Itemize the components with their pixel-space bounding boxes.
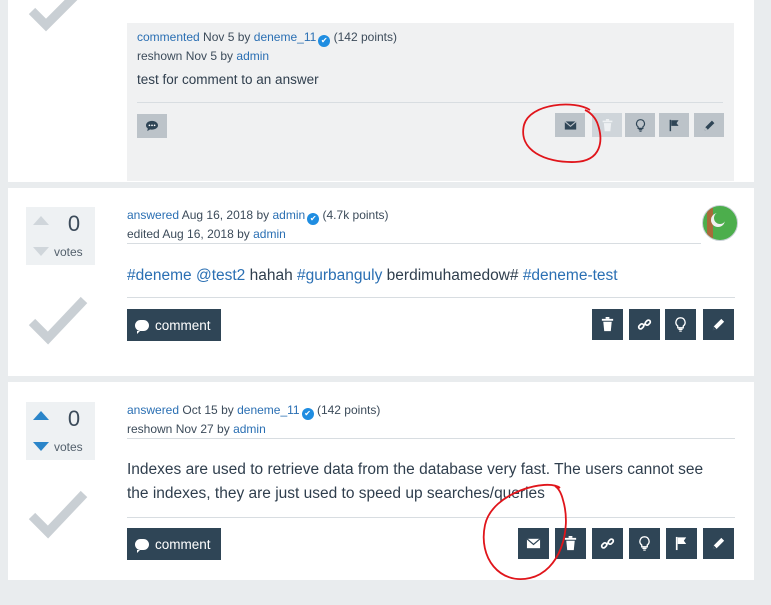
answer-user-link[interactable]: admin	[272, 208, 305, 222]
hashtag-link[interactable]: #deneme	[127, 267, 192, 284]
answer-meta: answered Oct 15 by deneme_11 ✔ (142 point…	[127, 403, 381, 436]
edit-button[interactable]	[703, 528, 734, 559]
edit-comment-button[interactable]	[694, 113, 724, 137]
pencil-icon	[712, 537, 725, 550]
votes-label: votes	[54, 245, 83, 259]
best-answer-checkmark-icon[interactable]	[28, 0, 88, 50]
user-avatar[interactable]	[702, 205, 738, 241]
delete-comment-button[interactable]	[592, 113, 622, 137]
answered-link[interactable]: answered	[127, 403, 179, 417]
flag-comment-button[interactable]	[659, 113, 689, 137]
comment-text: test for comment to an answer	[137, 72, 319, 87]
comment-button[interactable]: comment	[127, 309, 221, 341]
divider	[127, 517, 735, 518]
vote-count: 0	[67, 211, 81, 236]
answer-body: #deneme @test2 hahah #gurbanguly berdimu…	[127, 267, 618, 284]
answer-user-link[interactable]: deneme_11	[237, 403, 300, 417]
flag-icon	[669, 119, 679, 131]
answer-card: 0 votes answered Oct 15 by deneme_11 ✔ (1…	[8, 382, 754, 580]
vote-box: 0 votes	[26, 207, 95, 265]
lightbulb-icon	[635, 118, 645, 132]
answered-link[interactable]: answered	[127, 208, 179, 222]
answer-meta: answered Aug 16, 2018 by admin ✔ (4.7k po…	[127, 208, 389, 241]
hashtag-link[interactable]: #gurbanguly	[297, 267, 382, 284]
best-answer-checkmark-icon[interactable]	[28, 290, 88, 350]
flag-button[interactable]	[666, 528, 697, 559]
hide-button[interactable]	[629, 528, 660, 559]
link-button[interactable]	[629, 309, 660, 340]
comment-button[interactable]: comment	[127, 528, 221, 560]
mention-link[interactable]: @test2	[196, 267, 245, 284]
vote-down-icon[interactable]	[33, 247, 49, 256]
hashtag-link[interactable]: #deneme-test	[523, 267, 618, 284]
verified-badge-icon: ✔	[301, 408, 314, 420]
private-message-button[interactable]	[555, 113, 585, 137]
vote-count: 0	[67, 406, 81, 431]
answer-body: Indexes are used to retrieve data from t…	[127, 461, 704, 502]
votes-label: votes	[54, 440, 83, 454]
reply-icon	[146, 120, 158, 132]
verified-badge-icon: ✔	[318, 35, 331, 47]
flag-icon	[675, 536, 687, 551]
hide-button[interactable]	[665, 309, 696, 340]
divider	[127, 438, 735, 439]
envelope-icon	[526, 538, 541, 549]
comment-action-link[interactable]: commented	[137, 30, 200, 44]
comment-user-points: (142 points)	[333, 30, 397, 44]
reshown-user-link[interactable]: admin	[233, 422, 266, 436]
trash-icon	[602, 118, 612, 131]
trash-icon	[601, 317, 614, 332]
pencil-icon	[712, 318, 725, 331]
vote-up-icon[interactable]	[33, 216, 49, 225]
editor-user-link[interactable]: admin	[253, 227, 286, 241]
best-answer-checkmark-icon[interactable]	[28, 484, 88, 544]
reply-comment-button[interactable]	[137, 114, 167, 138]
comment-icon	[135, 538, 149, 553]
answer-user-points: (4.7k points)	[322, 208, 389, 222]
delete-button[interactable]	[592, 309, 623, 340]
vote-down-icon[interactable]	[33, 442, 49, 451]
answer-card: 0 votes answered Aug 16, 2018 by admin ✔ …	[8, 188, 754, 376]
reshown-user-link[interactable]: admin	[236, 49, 269, 63]
comment-user-link[interactable]: deneme_11	[254, 30, 317, 44]
comment-item: commented Nov 5 by deneme_11 ✔ (142 point…	[127, 23, 734, 181]
comment-meta: commented Nov 5 by deneme_11 ✔ (142 point…	[137, 30, 397, 63]
delete-button[interactable]	[555, 528, 586, 559]
hide-comment-button[interactable]	[625, 113, 655, 137]
verified-badge-icon: ✔	[307, 213, 320, 225]
answer-card-top: commented Nov 5 by deneme_11 ✔ (142 point…	[8, 0, 754, 182]
private-message-button[interactable]	[518, 528, 549, 559]
trash-icon	[564, 536, 577, 551]
envelope-icon	[563, 120, 577, 130]
answer-user-points: (142 points)	[316, 403, 381, 417]
lightbulb-icon	[639, 536, 650, 551]
vote-box: 0 votes	[26, 402, 95, 460]
link-icon	[637, 319, 652, 330]
divider	[127, 243, 701, 244]
link-icon	[600, 538, 615, 549]
pencil-icon	[704, 120, 714, 130]
comment-icon	[135, 319, 149, 334]
link-button[interactable]	[592, 528, 623, 559]
vote-up-icon[interactable]	[33, 411, 49, 420]
divider	[127, 297, 735, 298]
divider	[137, 102, 723, 103]
lightbulb-icon	[675, 317, 686, 332]
edit-button[interactable]	[703, 309, 734, 340]
right-edge	[760, 0, 771, 605]
